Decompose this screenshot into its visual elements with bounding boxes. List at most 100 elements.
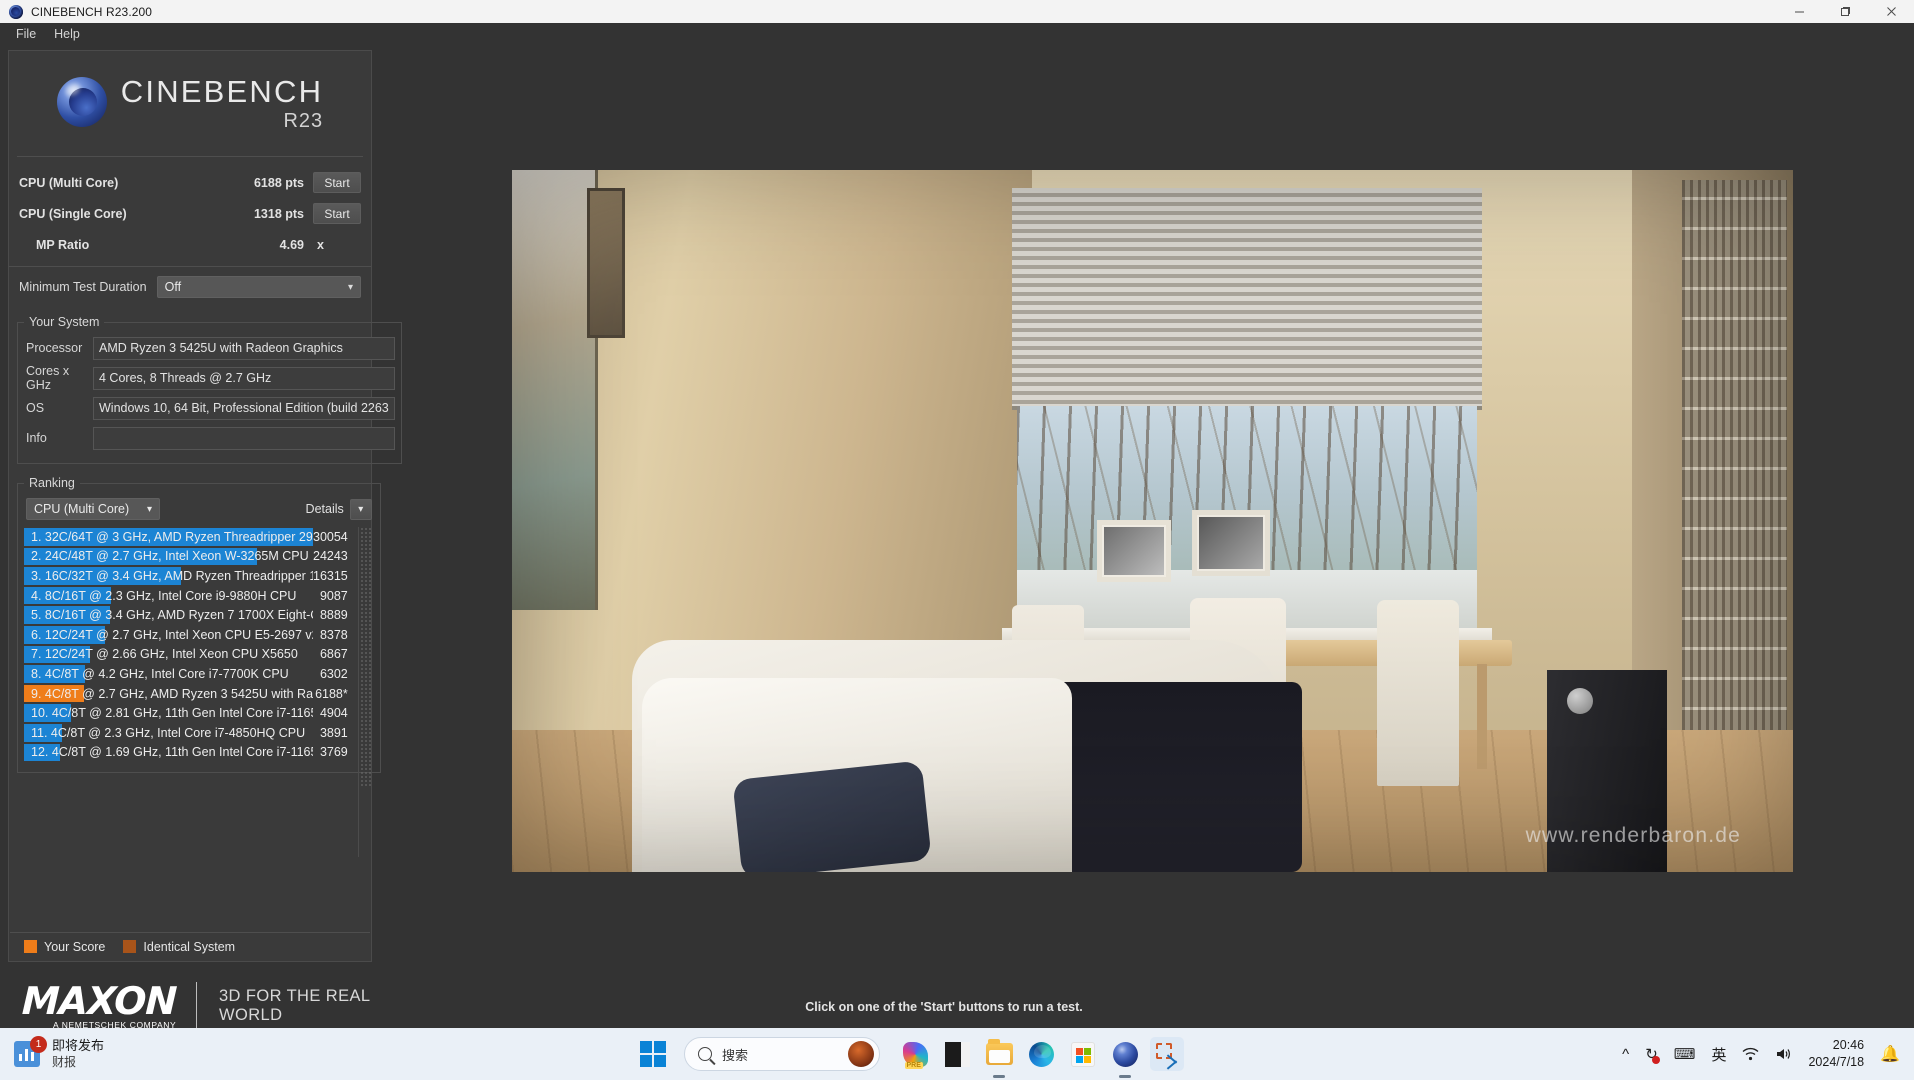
copilot-pre-badge: PRE [904,1061,923,1069]
ranking-entry-label: 10. 4C/8T @ 2.81 GHz, 11th Gen Intel Cor… [31,706,313,721]
window-titlebar: CINEBENCH R23.200 [0,0,1914,23]
ranking-entry-label: 5. 8C/16T @ 3.4 GHz, AMD Ryzen 7 1700X E… [31,608,313,623]
ranking-legend: Ranking [29,476,75,490]
start-single-button[interactable]: Start [313,203,361,224]
ranking-row[interactable]: 8. 4C/8T @ 4.2 GHz, Intel Core i7-7700K … [24,664,356,684]
taskbar-clock[interactable]: 20:46 2024/7/18 [1808,1037,1864,1071]
desktop-screen: CINEBENCH R23.200 File Help CINEBENCH R2… [0,0,1914,1080]
status-text: Click on one of the 'Start' buttons to r… [805,1000,1083,1014]
window-title: CINEBENCH R23.200 [31,4,153,19]
ranking-row[interactable]: 6. 12C/24T @ 2.7 GHz, Intel Xeon CPU E5-… [24,625,356,645]
cinebench-logo-icon [8,4,24,20]
system-row-os: OS Windows 10, 64 Bit, Professional Edit… [24,393,395,423]
os-label: OS [26,401,45,415]
minimize-icon[interactable] [1776,0,1822,23]
single-core-label: CPU (Single Core) [19,206,127,221]
score-row-multi: CPU (Multi Core) 6188 pts Start [19,167,361,198]
ranking-entry-score: 3769 [319,745,348,760]
info-field[interactable] [93,426,395,450]
clock-time: 20:46 [1832,1038,1865,1052]
score-row-ratio: MP Ratio 4.69 x [19,229,361,260]
ranking-row[interactable]: 10. 4C/8T @ 2.81 GHz, 11th Gen Intel Cor… [24,703,356,723]
close-icon[interactable] [1868,0,1914,23]
ranking-entry-score: 4904 [319,706,348,721]
ranking-row[interactable]: 1. 32C/64T @ 3 GHz, AMD Ryzen Threadripp… [24,527,356,547]
office-icon[interactable] [940,1037,974,1071]
ranking-entry-label: 3. 16C/32T @ 3.4 GHz, AMD Ryzen Threadri… [31,568,313,583]
menu-item-file[interactable]: File [7,25,45,43]
taskbar-news-widget[interactable]: 1 即将发布 财报 [0,1036,640,1070]
ranking-filter-select[interactable]: CPU (Multi Core) ▾ [26,498,160,520]
mp-ratio-label: MP Ratio [36,237,90,252]
bell-icon[interactable]: 🔔 [1880,1044,1900,1064]
cinema4d-icon[interactable] [1108,1037,1142,1078]
score-section: CPU (Multi Core) 6188 pts Start CPU (Sin… [9,157,371,266]
snipping-tool-icon[interactable] [1150,1037,1184,1071]
ranking-scrollbar[interactable] [359,527,372,787]
your-system-group: Your System Processor AMD Ryzen 3 5425U … [17,315,402,464]
menu-bar: File Help [0,23,1914,45]
wifi-icon[interactable] [1742,1047,1759,1061]
ime-indicator[interactable]: 英 [1711,1044,1726,1065]
news-title: 即将发布 [52,1038,105,1053]
identical-system-label: Identical System [143,939,236,954]
ranking-row[interactable]: 2. 24C/48T @ 2.7 GHz, Intel Xeon W-3265M… [24,547,356,567]
edge-icon[interactable] [1024,1037,1058,1071]
multi-core-label: CPU (Multi Core) [19,175,119,190]
ranking-list[interactable]: 1. 32C/64T @ 3 GHz, AMD Ryzen Threadripp… [24,527,374,857]
details-expand-button[interactable]: ▾ [349,498,372,520]
maximize-icon[interactable] [1822,0,1868,23]
start-multi-button[interactable]: Start [313,172,361,193]
minimum-test-duration-value: Off [164,280,182,294]
taskbar-tray: ^ ↻ ⌨ 英 20:46 2024/7/18 🔔 [1622,1037,1914,1071]
processor-field[interactable]: AMD Ryzen 3 5425U with Radeon Graphics [93,336,395,360]
chevron-down-icon: ▾ [146,503,152,515]
ranking-entry-score: 30054 [313,529,348,544]
ranking-legend-bar: Your Score Identical System [10,932,370,960]
single-core-value: 1318 pts [253,206,304,221]
os-field[interactable]: Windows 10, 64 Bit, Professional Edition… [93,396,395,420]
ranking-row[interactable]: 12. 4C/8T @ 1.69 GHz, 11th Gen Intel Cor… [24,743,356,763]
ranking-scroll-divider [357,527,359,857]
minimum-test-duration-label: Minimum Test Duration [19,280,147,294]
sync-icon[interactable]: ↻ [1645,1045,1660,1064]
copilot-icon[interactable]: PRE [898,1037,932,1071]
ranking-entry-label: 11. 4C/8T @ 2.3 GHz, Intel Core i7-4850H… [31,725,306,740]
menu-item-help[interactable]: Help [45,25,89,43]
keyboard-icon[interactable]: ⌨ [1674,1045,1696,1063]
search-input[interactable]: 搜索 [684,1037,880,1071]
ranking-row[interactable]: 11. 4C/8T @ 2.3 GHz, Intel Core i7-4850H… [24,723,356,743]
brand-version: R23 [283,109,324,132]
maxon-logo: MAXON A NEMETSCHEK COMPANY [8,979,177,1030]
chevron-up-icon[interactable]: ^ [1622,1046,1629,1063]
minimum-test-duration-select[interactable]: Off ▾ [156,276,361,298]
cores-field[interactable]: 4 Cores, 8 Threads @ 2.7 GHz [93,366,395,390]
file-explorer-icon[interactable] [982,1037,1016,1078]
ranking-entry-label: 9. 4C/8T @ 2.7 GHz, AMD Ryzen 3 5425U wi… [31,686,313,701]
windows-start-icon[interactable] [640,1041,666,1067]
your-score-label: Your Score [44,939,106,954]
user-avatar[interactable] [848,1041,874,1067]
mp-ratio-unit: x [317,237,324,252]
ranking-entry-score: 8378 [319,627,348,642]
ranking-row[interactable]: 7. 12C/24T @ 2.66 GHz, Intel Xeon CPU X5… [24,645,356,665]
ranking-row[interactable]: 4. 8C/16T @ 2.3 GHz, Intel Core i9-9880H… [24,586,356,606]
ranking-row[interactable]: 3. 16C/32T @ 3.4 GHz, AMD Ryzen Threadri… [24,566,356,586]
windows-taskbar: 1 即将发布 财报 搜索 PRE ^ ↻ ⌨ 英 20:46 2024/7/18… [0,1028,1914,1080]
your-system-legend: Your System [29,315,100,329]
ranking-entry-label: 6. 12C/24T @ 2.7 GHz, Intel Xeon CPU E5-… [31,627,313,642]
system-row-info: Info [24,423,395,453]
volume-icon[interactable] [1775,1047,1792,1061]
ranking-filter-value: CPU (Multi Core) [34,502,130,516]
left-panel: CINEBENCH R23 CPU (Multi Core) 6188 pts … [8,50,402,962]
render-viewport: www.renderbaron.de [512,170,1793,872]
ranking-entry-label: 7. 12C/24T @ 2.66 GHz, Intel Xeon CPU X5… [31,647,298,662]
search-placeholder: 搜索 [722,1047,749,1063]
news-subtitle: 财报 [52,1055,77,1069]
ranking-entry-label: 1. 32C/64T @ 3 GHz, AMD Ryzen Threadripp… [31,529,313,544]
ranking-row-your-score[interactable]: 9. 4C/8T @ 2.7 GHz, AMD Ryzen 3 5425U wi… [24,684,356,704]
ranking-entry-score: 6302 [319,666,348,681]
ranking-row[interactable]: 5. 8C/16T @ 3.4 GHz, AMD Ryzen 7 1700X E… [24,605,356,625]
news-badge: 1 [30,1036,47,1053]
microsoft-store-icon[interactable] [1066,1037,1100,1071]
